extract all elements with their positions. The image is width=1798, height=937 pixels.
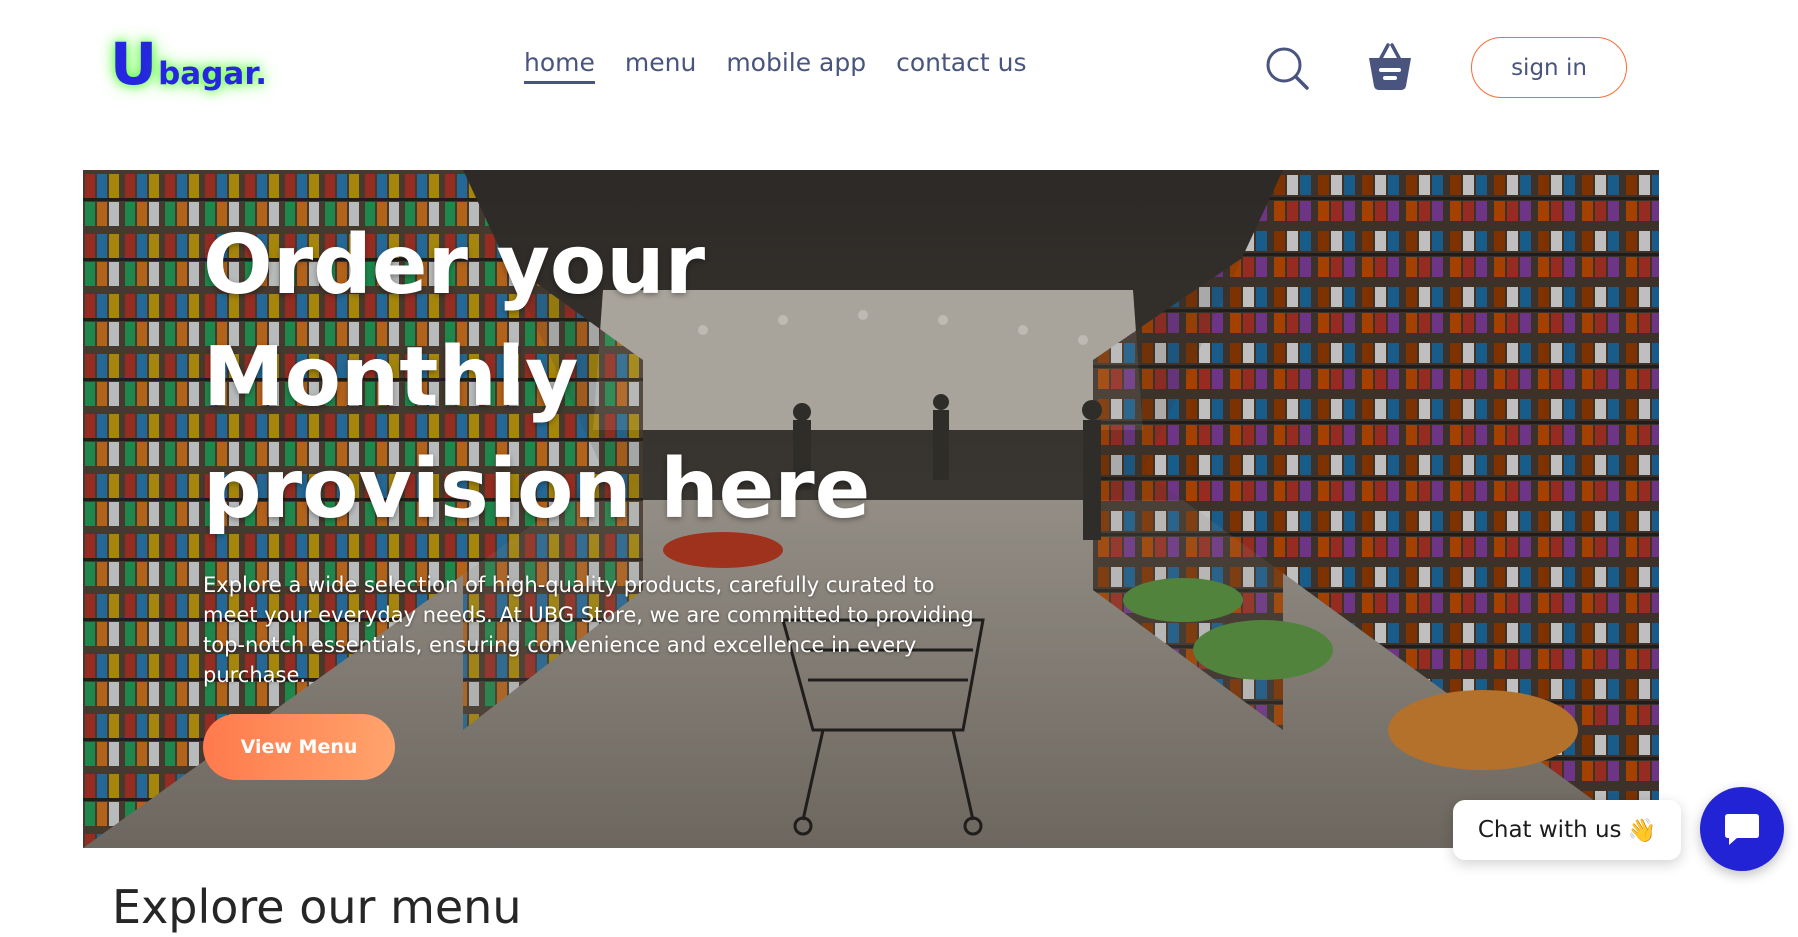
chat-bubble-icon	[1725, 814, 1759, 845]
section-title: Explore our menu	[112, 880, 522, 934]
hero-content: Order your Monthly provision here Explor…	[203, 210, 1103, 690]
hero-title: Order your Monthly provision here	[203, 218, 871, 537]
logo-text: bagar.	[158, 56, 267, 92]
nav-home[interactable]: home	[524, 48, 595, 84]
search-icon[interactable]	[1264, 45, 1310, 91]
nav-menu[interactable]: menu	[625, 48, 696, 84]
hero-banner: Order your Monthly provision here Explor…	[83, 170, 1659, 848]
view-menu-button[interactable]: View Menu	[203, 714, 395, 780]
chat-prompt-label: Chat with us	[1477, 817, 1622, 843]
basket-icon[interactable]	[1366, 40, 1414, 92]
nav-mobile-app[interactable]: mobile app	[726, 48, 866, 84]
chat-launcher-button[interactable]	[1700, 787, 1784, 871]
logo[interactable]: Ubagar.	[110, 30, 267, 98]
navbar: Ubagar. home menu mobile app contact us …	[0, 0, 1798, 140]
sign-in-button[interactable]: sign in	[1471, 37, 1627, 98]
nav-links: home menu mobile app contact us	[524, 48, 1026, 84]
nav-contact-us[interactable]: contact us	[896, 48, 1026, 84]
hero-description: Explore a wide selection of high-quality…	[203, 573, 974, 687]
logo-letter: U	[110, 30, 157, 98]
waving-hand-icon: 👋	[1627, 817, 1657, 844]
chat-prompt[interactable]: Chat with us 👋	[1453, 800, 1681, 860]
